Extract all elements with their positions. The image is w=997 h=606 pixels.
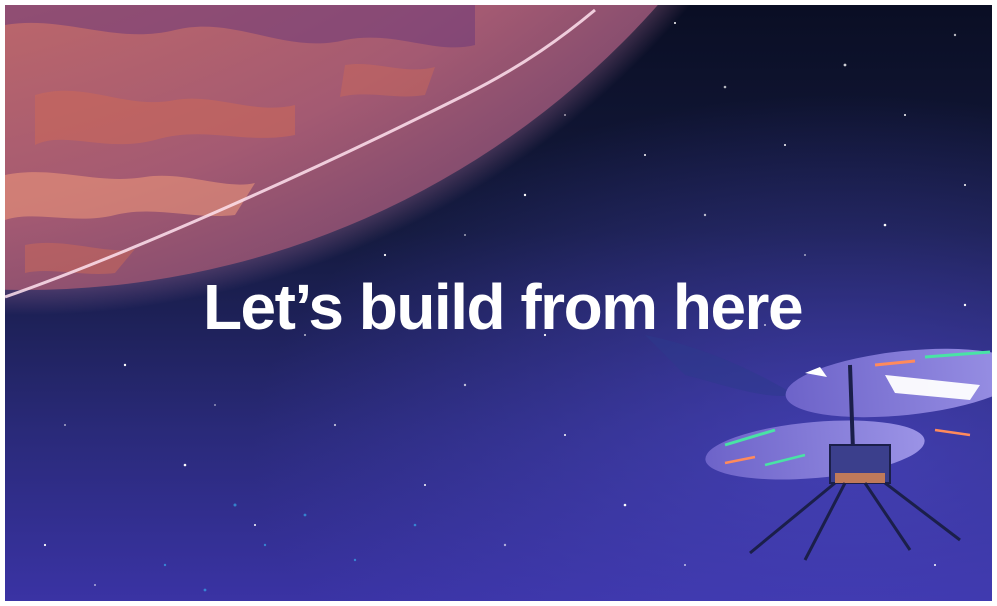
image-frame: Let’s build from here: [0, 0, 997, 606]
hero-headline: Let’s build from here: [202, 271, 804, 343]
hero-banner: Let’s build from here: [5, 5, 992, 601]
